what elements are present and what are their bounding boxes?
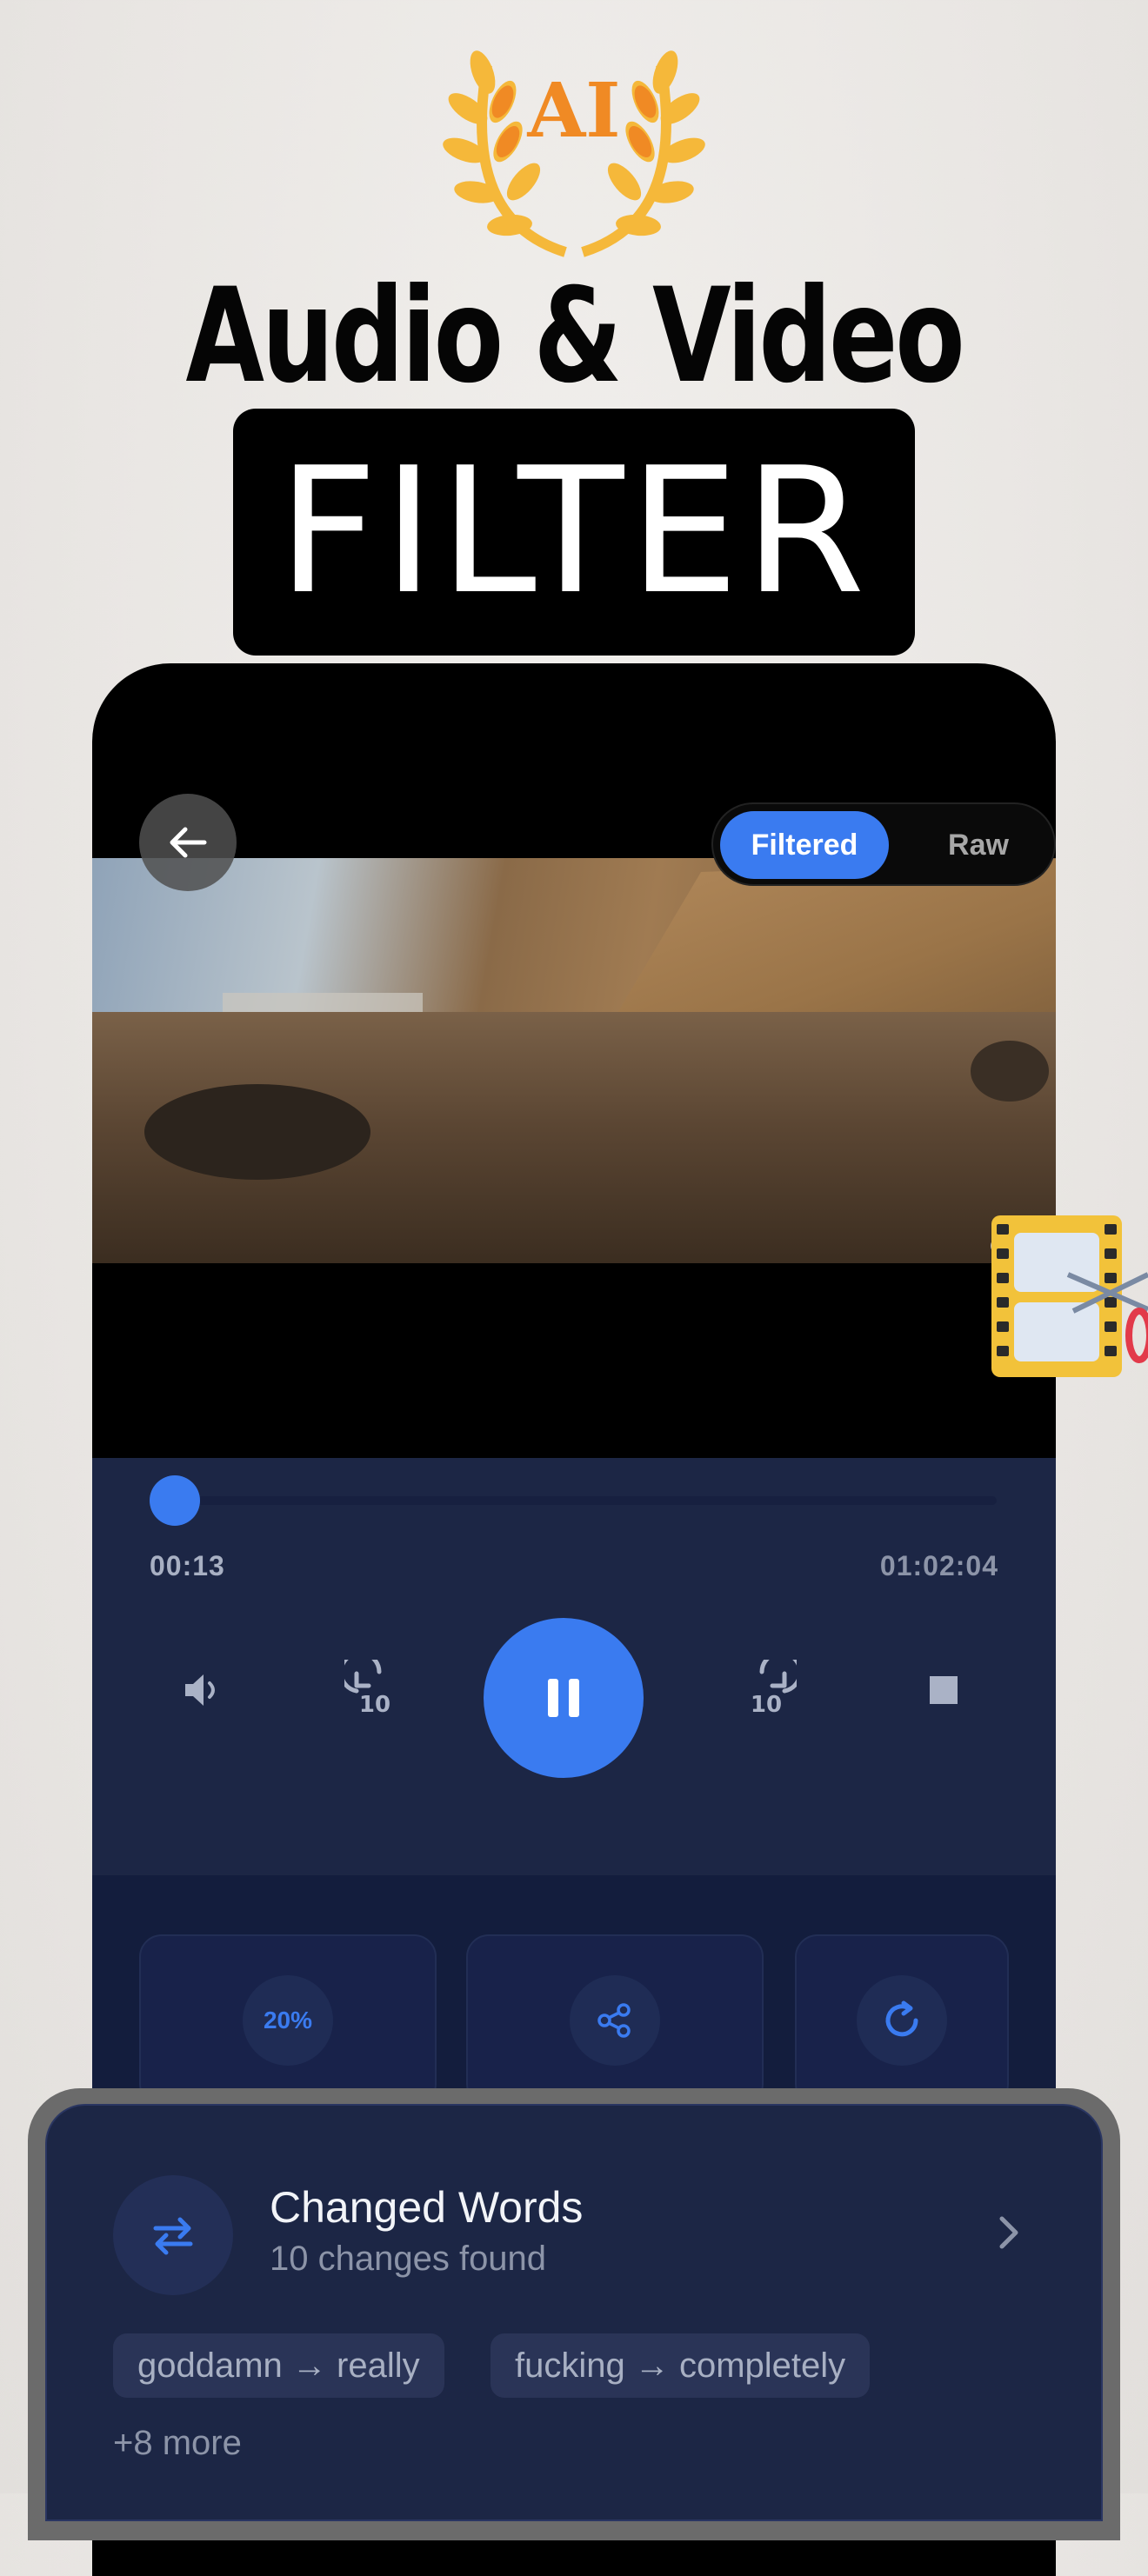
progress-thumb[interactable]	[150, 1475, 200, 1526]
share-badge	[570, 1975, 660, 2066]
toggle-filtered[interactable]: Filtered	[720, 811, 889, 879]
duration-time: 01:02:04	[879, 1550, 998, 1581]
film-scissors-icon	[991, 1215, 1148, 1377]
playback-controls: 00:13 01:02:04 10 10	[92, 1458, 1056, 1875]
speed-label: 20%	[263, 2007, 313, 2034]
rewind-10-icon: 10	[344, 1660, 390, 1718]
swap-arrows-icon	[153, 2217, 193, 2255]
svg-text:10: 10	[751, 1692, 782, 1718]
forward-10-icon: 10	[751, 1660, 797, 1718]
pause-button[interactable]	[484, 1618, 644, 1778]
video-scene-rock	[971, 1041, 1049, 1102]
sheet-title: Changed Words	[270, 2183, 584, 2232]
back-button[interactable]	[139, 794, 237, 891]
stop-icon	[930, 1676, 958, 1704]
rewind-10-button[interactable]: 10	[336, 1651, 414, 1729]
progress-track[interactable]	[150, 1496, 997, 1505]
pause-icon	[548, 1679, 579, 1717]
toggle-raw[interactable]: Raw	[904, 811, 1052, 879]
swap-badge	[113, 2175, 233, 2295]
speaker-icon	[185, 1674, 215, 1706]
sheet-subtitle: 10 changes found	[270, 2240, 547, 2278]
film-scissors-decoration	[990, 1214, 1148, 1379]
filtered-raw-toggle[interactable]: Filtered Raw	[711, 802, 1056, 886]
stop-button[interactable]	[904, 1651, 983, 1729]
arrow-left-icon	[170, 827, 207, 858]
video-scene-rock	[144, 1084, 370, 1180]
headline-title: Audio & Video	[185, 261, 964, 412]
laurel-badge: AI	[435, 30, 713, 265]
changed-words-sheet[interactable]: Changed Words 10 changes found goddamn →…	[45, 2104, 1103, 2521]
filter-banner-text: FILTER	[277, 430, 871, 633]
filter-banner: FILTER	[233, 409, 915, 656]
change-chip[interactable]: fucking → completely	[491, 2333, 871, 2398]
change-chip[interactable]: goddamn → really	[113, 2333, 444, 2398]
svg-text:10: 10	[359, 1692, 390, 1718]
ai-badge-text: AI	[527, 67, 621, 155]
speed-card[interactable]: 20%	[139, 1934, 437, 2107]
forward-10-button[interactable]: 10	[727, 1651, 805, 1729]
more-changes-link[interactable]: +8 more	[113, 2424, 242, 2463]
share-icon	[597, 2003, 631, 2038]
video-player-frame[interactable]	[92, 858, 1056, 1263]
refresh-badge	[857, 1975, 947, 2066]
speed-badge: 20%	[243, 1975, 333, 2066]
share-card[interactable]	[466, 1934, 764, 2107]
volume-button[interactable]	[164, 1651, 242, 1729]
refresh-icon	[885, 2000, 918, 2037]
refresh-card[interactable]	[795, 1934, 1009, 2107]
chevron-right-icon[interactable]	[995, 2213, 1021, 2256]
current-time: 00:13	[150, 1550, 225, 1581]
